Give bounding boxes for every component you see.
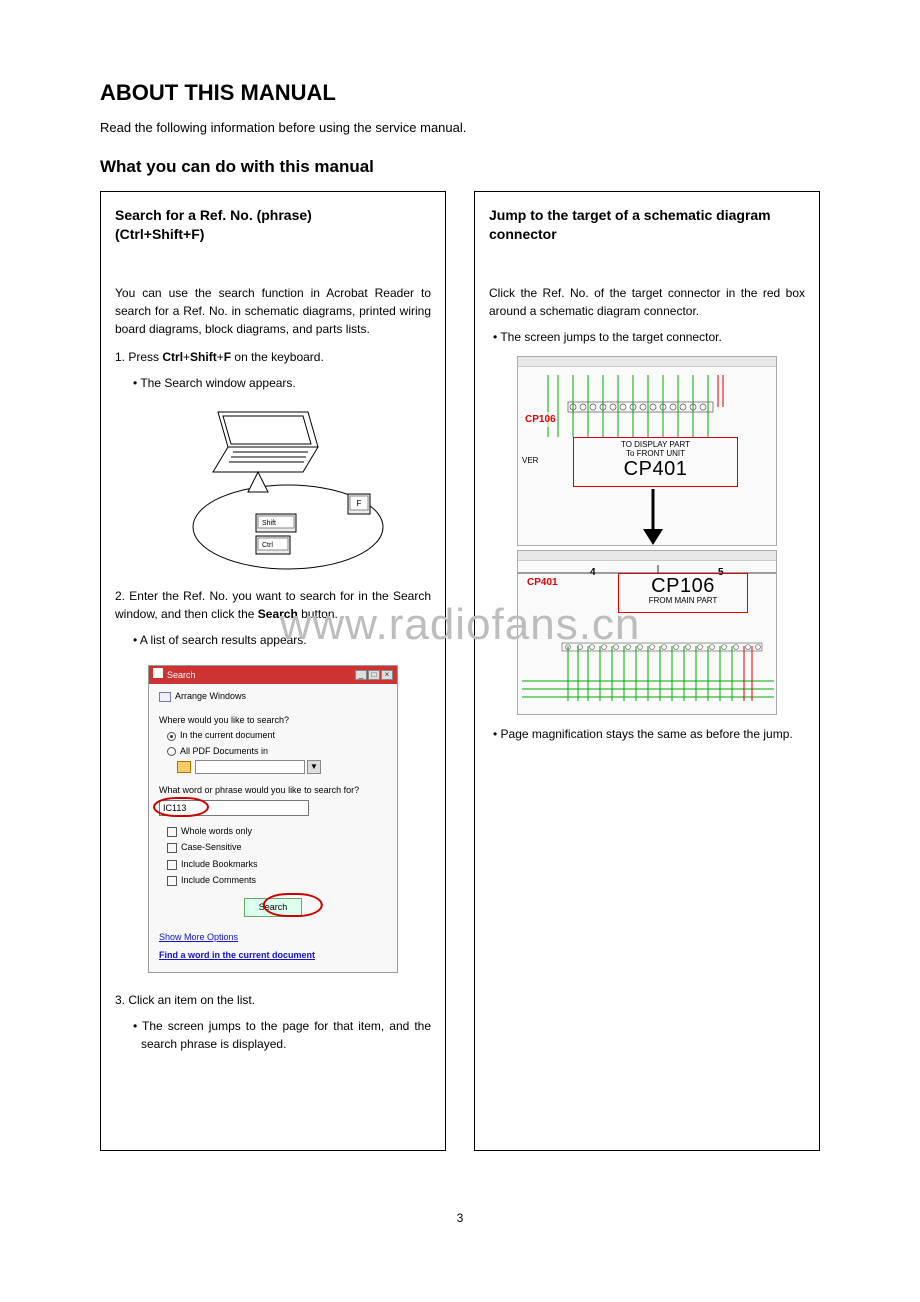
step2-suffix: button.	[298, 607, 338, 621]
schematic-figure: CP106 VER TO DISPLAY PART To FRONT UNIT …	[517, 356, 777, 715]
step2-line: 2. Enter the Ref. No. you want to search…	[115, 587, 431, 623]
checkbox-icon	[167, 827, 177, 837]
select-box	[195, 760, 305, 774]
chk-whole-words[interactable]: Whole words only	[167, 825, 387, 839]
step3-sub: The screen jumps to the page for that it…	[133, 1017, 431, 1053]
chk2-label: Case-Sensitive	[181, 841, 242, 855]
right-bullet1: The screen jumps to the target connector…	[493, 328, 805, 346]
label-cp106: CP106	[524, 412, 557, 427]
step-1: 1. Press Ctrl+Shift+F on the keyboard. T…	[115, 348, 431, 392]
step1-sub: The Search window appears.	[133, 374, 431, 392]
step-3: 3. Click an item on the list. The screen…	[115, 991, 431, 1053]
cp401-big: CP401	[573, 458, 738, 480]
left-box: Search for a Ref. No. (phrase) (Ctrl+Shi…	[100, 191, 446, 1151]
close-icon[interactable]: ×	[381, 670, 393, 680]
intro-text: Read the following information before us…	[100, 120, 820, 135]
checkbox-icon	[167, 860, 177, 870]
folder-icon	[177, 761, 191, 773]
arrange-icon	[159, 692, 171, 702]
link-more-options[interactable]: Show More Options	[159, 931, 387, 945]
maximize-icon[interactable]: □	[368, 670, 380, 680]
window-buttons: _□×	[354, 668, 393, 682]
two-column-layout: Search for a Ref. No. (phrase) (Ctrl+Shi…	[100, 191, 820, 1151]
plus2: +	[217, 350, 224, 364]
right-box: Jump to the target of a schematic diagra…	[474, 191, 820, 1151]
schematic-top: CP106 VER TO DISPLAY PART To FRONT UNIT …	[517, 356, 777, 546]
schematic-bottom: 4 5	[517, 550, 777, 715]
left-para1: You can use the search function in Acrob…	[115, 284, 431, 338]
minimize-icon[interactable]: _	[355, 670, 367, 680]
cp106-big: CP106	[618, 575, 748, 597]
chk-include-bookmarks[interactable]: Include Bookmarks	[167, 858, 387, 872]
left-box-heading: Search for a Ref. No. (phrase) (Ctrl+Shi…	[115, 206, 431, 244]
step2-sub: A list of search results appears.	[133, 631, 431, 649]
step2-bold: Search	[258, 607, 298, 621]
folder-select[interactable]: ▼	[177, 760, 387, 774]
step-2: 2. Enter the Ref. No. you want to search…	[115, 587, 431, 649]
left-heading-line1: Search for a Ref. No. (phrase)	[115, 207, 312, 223]
laptop-figure: F Shift Ctrl	[158, 402, 388, 577]
keycap-shift: Shift	[262, 520, 276, 527]
search-title: Search	[167, 670, 196, 680]
radio-all-pdf[interactable]: All PDF Documents in	[167, 745, 387, 759]
to-display-text: TO DISPLAY PART To FRONT UNIT CP401	[573, 441, 738, 481]
plus1: +	[183, 350, 190, 364]
section-subtitle: What you can do with this manual	[100, 157, 820, 177]
checkbox-icon	[167, 843, 177, 853]
step3-line: 3. Click an item on the list.	[115, 991, 431, 1009]
page-title: ABOUT THIS MANUAL	[100, 80, 820, 106]
highlight-oval-button	[263, 893, 323, 917]
step1-line: 1. Press Ctrl+Shift+F on the keyboard.	[115, 348, 431, 366]
where-label: Where would you like to search?	[159, 714, 387, 728]
search-app-icon	[153, 668, 163, 678]
key-f-text: F	[224, 350, 231, 364]
label-cp401-small: CP401	[526, 575, 559, 590]
chevron-down-icon: ▼	[307, 760, 321, 774]
link-find-word[interactable]: Find a word in the current document	[159, 949, 387, 963]
chk1-label: Whole words only	[181, 825, 252, 839]
right-para1: Click the Ref. No. of the target connect…	[489, 284, 805, 320]
keycap-f: F	[357, 499, 362, 508]
left-heading-line2: (Ctrl+Shift+F)	[115, 226, 204, 242]
cp106-block: CP106 FROM MAIN PART	[618, 575, 748, 606]
arrange-label: Arrange Windows	[175, 690, 246, 704]
arrange-windows-row[interactable]: Arrange Windows	[159, 690, 387, 704]
highlight-oval-input	[153, 797, 209, 817]
search-window: Search _□× Arrange Windows Where would y…	[148, 665, 398, 974]
chk-include-comments[interactable]: Include Comments	[167, 874, 387, 888]
chk4-label: Include Comments	[181, 874, 256, 888]
search-titlebar: Search _□×	[149, 666, 397, 685]
right-box-heading: Jump to the target of a schematic diagra…	[489, 206, 805, 244]
from-main-text: FROM MAIN PART	[618, 597, 748, 606]
right-bullet2: Page magnification stays the same as bef…	[493, 725, 805, 743]
step1-suffix: on the keyboard.	[231, 350, 324, 364]
schematic-toolbar	[518, 551, 776, 561]
radio1-label: In the current document	[180, 729, 275, 743]
key-ctrl-text: Ctrl	[162, 350, 183, 364]
step1-prefix: 1. Press	[115, 350, 162, 364]
chk3-label: Include Bookmarks	[181, 858, 258, 872]
label-ver: VER	[522, 455, 538, 467]
radio-icon	[167, 732, 176, 741]
to-display-line2: To FRONT UNIT	[573, 450, 738, 459]
radio-icon	[167, 747, 176, 756]
page-number: 3	[100, 1211, 820, 1225]
radio-current-doc[interactable]: In the current document	[167, 729, 387, 743]
chk-case-sensitive[interactable]: Case-Sensitive	[167, 841, 387, 855]
radio2-label: All PDF Documents in	[180, 745, 268, 759]
keycap-ctrl: Ctrl	[262, 542, 273, 549]
schematic-toolbar	[518, 357, 776, 367]
checkbox-icon	[167, 876, 177, 886]
key-shift-text: Shift	[190, 350, 217, 364]
what-label: What word or phrase would you like to se…	[159, 784, 387, 798]
